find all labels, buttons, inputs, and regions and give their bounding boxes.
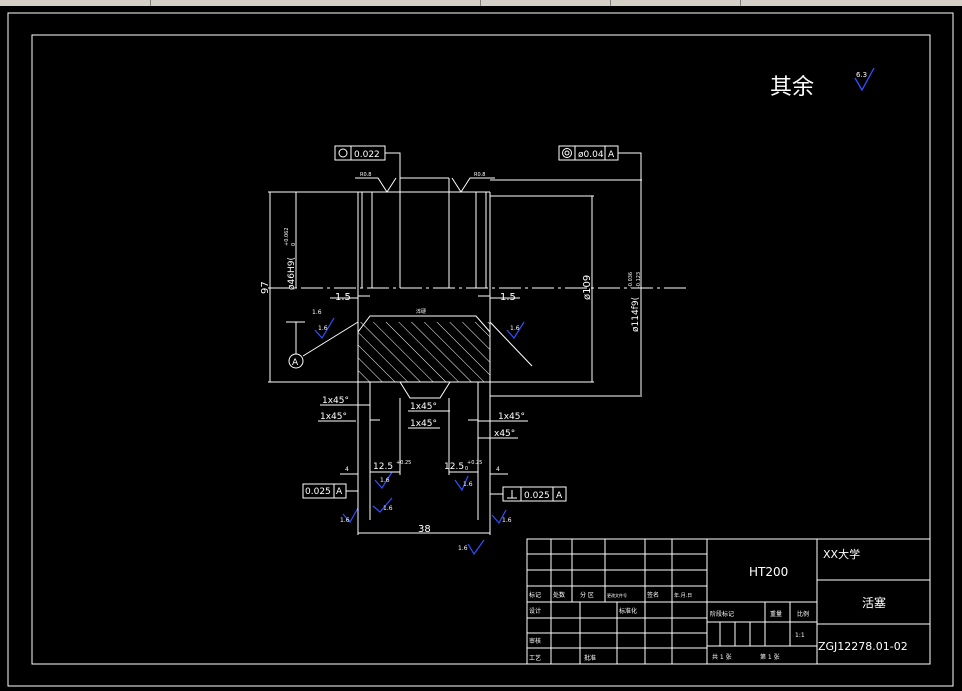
svg-text:1.6: 1.6 bbox=[380, 477, 390, 484]
svg-text:1.6: 1.6 bbox=[502, 517, 512, 524]
svg-text:1.6: 1.6 bbox=[463, 481, 473, 488]
svg-text:比例: 比例 bbox=[797, 610, 809, 618]
svg-text:共 1 张: 共 1 张 bbox=[712, 653, 732, 661]
left-frame-datum: A bbox=[336, 487, 343, 497]
outer-tol: -0.036 bbox=[628, 272, 634, 288]
school-label: XX大学 bbox=[823, 547, 860, 561]
svg-text:R0.8: R0.8 bbox=[360, 172, 371, 178]
mid-dia-label: ø109 bbox=[582, 275, 593, 300]
svg-text:批准: 批准 bbox=[584, 654, 596, 662]
svg-text:12.5: 12.5 bbox=[444, 462, 464, 472]
svg-text:1.6: 1.6 bbox=[318, 325, 328, 332]
svg-text:更改文件号: 更改文件号 bbox=[607, 592, 627, 598]
part-name-label: 活塞 bbox=[862, 595, 886, 610]
datum-label: A bbox=[292, 358, 299, 368]
left-runout-frame: 0.025 A bbox=[302, 483, 358, 499]
coaxiality-datum: A bbox=[608, 150, 615, 160]
svg-text:处数: 处数 bbox=[553, 591, 565, 599]
svg-text:审核: 审核 bbox=[529, 637, 541, 645]
svg-text:x45°: x45° bbox=[494, 429, 515, 439]
svg-text:设计: 设计 bbox=[529, 607, 541, 615]
svg-text:标记: 标记 bbox=[529, 591, 541, 599]
material-label: HT200 bbox=[749, 565, 788, 579]
svg-text:1x45°: 1x45° bbox=[322, 396, 349, 406]
outer-dia-label: ø114f9( bbox=[631, 297, 641, 332]
right-perpendicularity-frame: 0.025 A bbox=[490, 486, 567, 502]
bore-label: ø46H9( bbox=[287, 257, 297, 290]
svg-text:重量: 重量 bbox=[770, 610, 782, 618]
svg-text:1x45°: 1x45° bbox=[410, 402, 437, 412]
roughness-top-left: R0.8 bbox=[355, 172, 397, 193]
width-label: 38 bbox=[418, 524, 431, 535]
svg-text:年.月.日: 年.月.日 bbox=[674, 592, 692, 599]
svg-text:1.6: 1.6 bbox=[383, 505, 393, 512]
roughness-value: 6.3 bbox=[856, 71, 867, 79]
svg-text:工艺: 工艺 bbox=[529, 654, 541, 662]
roughness-top-right: R0.8 bbox=[451, 172, 495, 193]
svg-text:4: 4 bbox=[496, 466, 500, 473]
svg-text:签名: 签名 bbox=[647, 591, 659, 599]
mid-dia-dimension bbox=[490, 195, 594, 383]
svg-text:1.6: 1.6 bbox=[510, 325, 520, 332]
coaxiality-value: ø0.04 bbox=[578, 150, 604, 160]
surface-finish-label: 其余 bbox=[770, 75, 814, 100]
cad-drawing-canvas[interactable]: 其余 6.3 淬硬 0.022 ø0.04 A 0.025 A 0.025 A … bbox=[0, 0, 962, 691]
circularity-value: 0.022 bbox=[354, 150, 380, 160]
svg-text:1.6: 1.6 bbox=[458, 545, 468, 552]
left-frame-value: 0.025 bbox=[305, 487, 331, 497]
scale-label: 1:1 bbox=[795, 632, 805, 639]
section-hatch bbox=[358, 322, 490, 382]
svg-text:1x45°: 1x45° bbox=[410, 419, 437, 429]
height-dimension bbox=[268, 191, 358, 383]
height-label: 97 bbox=[260, 281, 271, 294]
svg-text:+0.25: +0.25 bbox=[467, 460, 482, 466]
bore-tol-low: 0 bbox=[291, 243, 297, 246]
svg-text:R0.8: R0.8 bbox=[474, 172, 485, 178]
svg-text:阶段标记: 阶段标记 bbox=[710, 610, 734, 618]
svg-text:第 1 张: 第 1 张 bbox=[760, 653, 780, 661]
outer-tol-low: -0.123 bbox=[636, 272, 642, 288]
coaxiality-frame: ø0.04 A bbox=[558, 145, 642, 395]
right-frame-datum: A bbox=[556, 491, 563, 501]
svg-text:分 区: 分 区 bbox=[580, 591, 594, 599]
svg-text:0: 0 bbox=[465, 466, 468, 472]
svg-text:1.6: 1.6 bbox=[312, 309, 322, 316]
drawing-number-label: ZGJ12278.01-02 bbox=[818, 640, 908, 653]
hatch-note: 淬硬 bbox=[416, 308, 426, 315]
svg-text:1x45°: 1x45° bbox=[498, 412, 525, 422]
svg-text:4: 4 bbox=[345, 466, 349, 473]
svg-text:标准化: 标准化 bbox=[619, 607, 637, 615]
right-frame-value: 0.025 bbox=[524, 491, 550, 501]
svg-text:1x45°: 1x45° bbox=[320, 412, 347, 422]
svg-text:1.6: 1.6 bbox=[340, 517, 350, 524]
svg-text:12.5: 12.5 bbox=[373, 462, 393, 472]
part-outline bbox=[357, 177, 491, 421]
svg-text:+0.25: +0.25 bbox=[396, 460, 411, 466]
bore-tol: +0.062 bbox=[284, 227, 290, 246]
